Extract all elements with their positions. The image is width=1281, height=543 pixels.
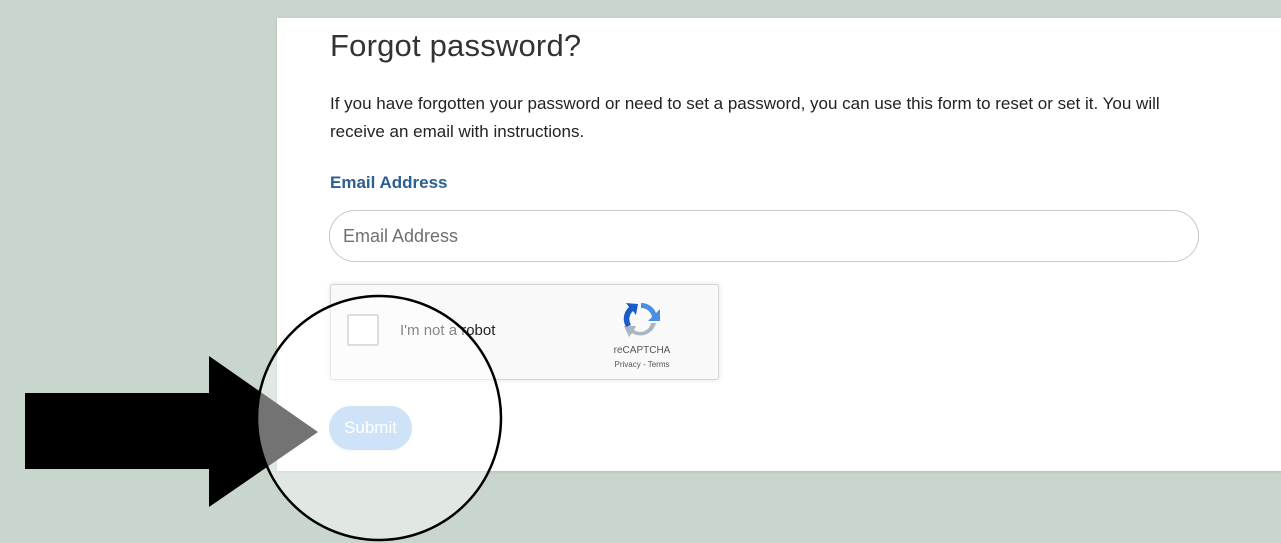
recaptcha-checkbox-label: I'm not a robot	[400, 322, 496, 339]
recaptcha-logo-icon	[623, 302, 660, 337]
submit-button[interactable]: Submit	[329, 406, 412, 450]
arrow-right-icon	[25, 356, 318, 507]
recaptcha-widget: I'm not a robot reCAPTCHA Privacy - Term…	[330, 284, 719, 380]
recaptcha-checkbox[interactable]	[347, 314, 379, 346]
form-description: If you have forgotten your password or n…	[330, 94, 1160, 141]
recaptcha-privacy-link[interactable]: Privacy	[615, 360, 641, 369]
forgot-password-card: Forgot password? If you have forgotten y…	[277, 18, 1281, 471]
email-label: Email Address	[330, 173, 448, 192]
recaptcha-brand: reCAPTCHA	[613, 345, 671, 356]
recaptcha-terms-link[interactable]: Terms	[648, 360, 670, 369]
recaptcha-link-separator: -	[642, 360, 646, 369]
page-title: Forgot password?	[330, 28, 582, 63]
email-input[interactable]	[329, 210, 1199, 262]
recaptcha-links: Privacy - Terms	[597, 360, 687, 369]
